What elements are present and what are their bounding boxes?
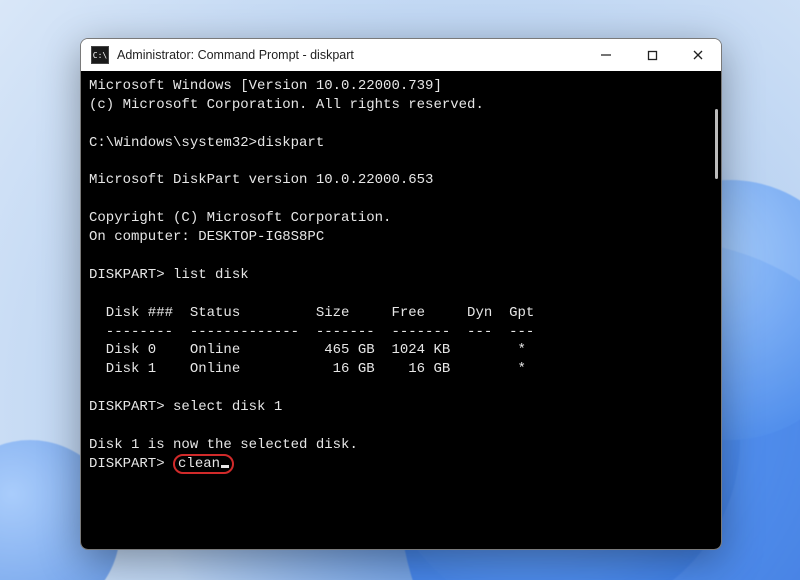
terminal-area[interactable]: Microsoft Windows [Version 10.0.22000.73… <box>81 71 721 549</box>
terminal-line: DISKPART> list disk <box>89 267 249 283</box>
terminal-line: Microsoft DiskPart version 10.0.22000.65… <box>89 172 433 188</box>
scrollbar-thumb[interactable] <box>715 109 718 179</box>
minimize-button[interactable] <box>583 39 629 71</box>
disk-table-divider: -------- ------------- ------- ------- -… <box>89 324 534 340</box>
close-icon <box>692 49 704 61</box>
terminal-line: DISKPART> select disk 1 <box>89 399 282 415</box>
command-prompt-window: C:\ Administrator: Command Prompt - disk… <box>80 38 722 550</box>
titlebar[interactable]: C:\ Administrator: Command Prompt - disk… <box>81 39 721 71</box>
minimize-icon <box>600 49 612 61</box>
window-title: Administrator: Command Prompt - diskpart <box>117 48 583 62</box>
terminal-line: Copyright (C) Microsoft Corporation. <box>89 210 391 226</box>
terminal-line: Disk 1 is now the selected disk. <box>89 437 358 453</box>
terminal-line: On computer: DESKTOP-IG8S8PC <box>89 229 324 245</box>
clean-command-text: clean <box>178 456 220 472</box>
terminal-line: C:\Windows\system32>diskpart <box>89 135 324 151</box>
window-controls <box>583 39 721 71</box>
terminal-line: (c) Microsoft Corporation. All rights re… <box>89 97 484 113</box>
terminal-line: Microsoft Windows [Version 10.0.22000.73… <box>89 78 442 94</box>
maximize-button[interactable] <box>629 39 675 71</box>
maximize-icon <box>647 50 658 61</box>
disk-table-row: Disk 1 Online 16 GB 16 GB * <box>89 361 526 377</box>
close-button[interactable] <box>675 39 721 71</box>
disk-table-row: Disk 0 Online 465 GB 1024 KB * <box>89 342 526 358</box>
clean-command-highlight: clean <box>173 454 234 474</box>
diskpart-prompt: DISKPART> <box>89 456 173 472</box>
cmd-icon: C:\ <box>91 46 109 64</box>
text-cursor <box>221 465 229 468</box>
disk-table-header: Disk ### Status Size Free Dyn Gpt <box>89 305 534 321</box>
desktop-wallpaper: C:\ Administrator: Command Prompt - disk… <box>0 0 800 580</box>
